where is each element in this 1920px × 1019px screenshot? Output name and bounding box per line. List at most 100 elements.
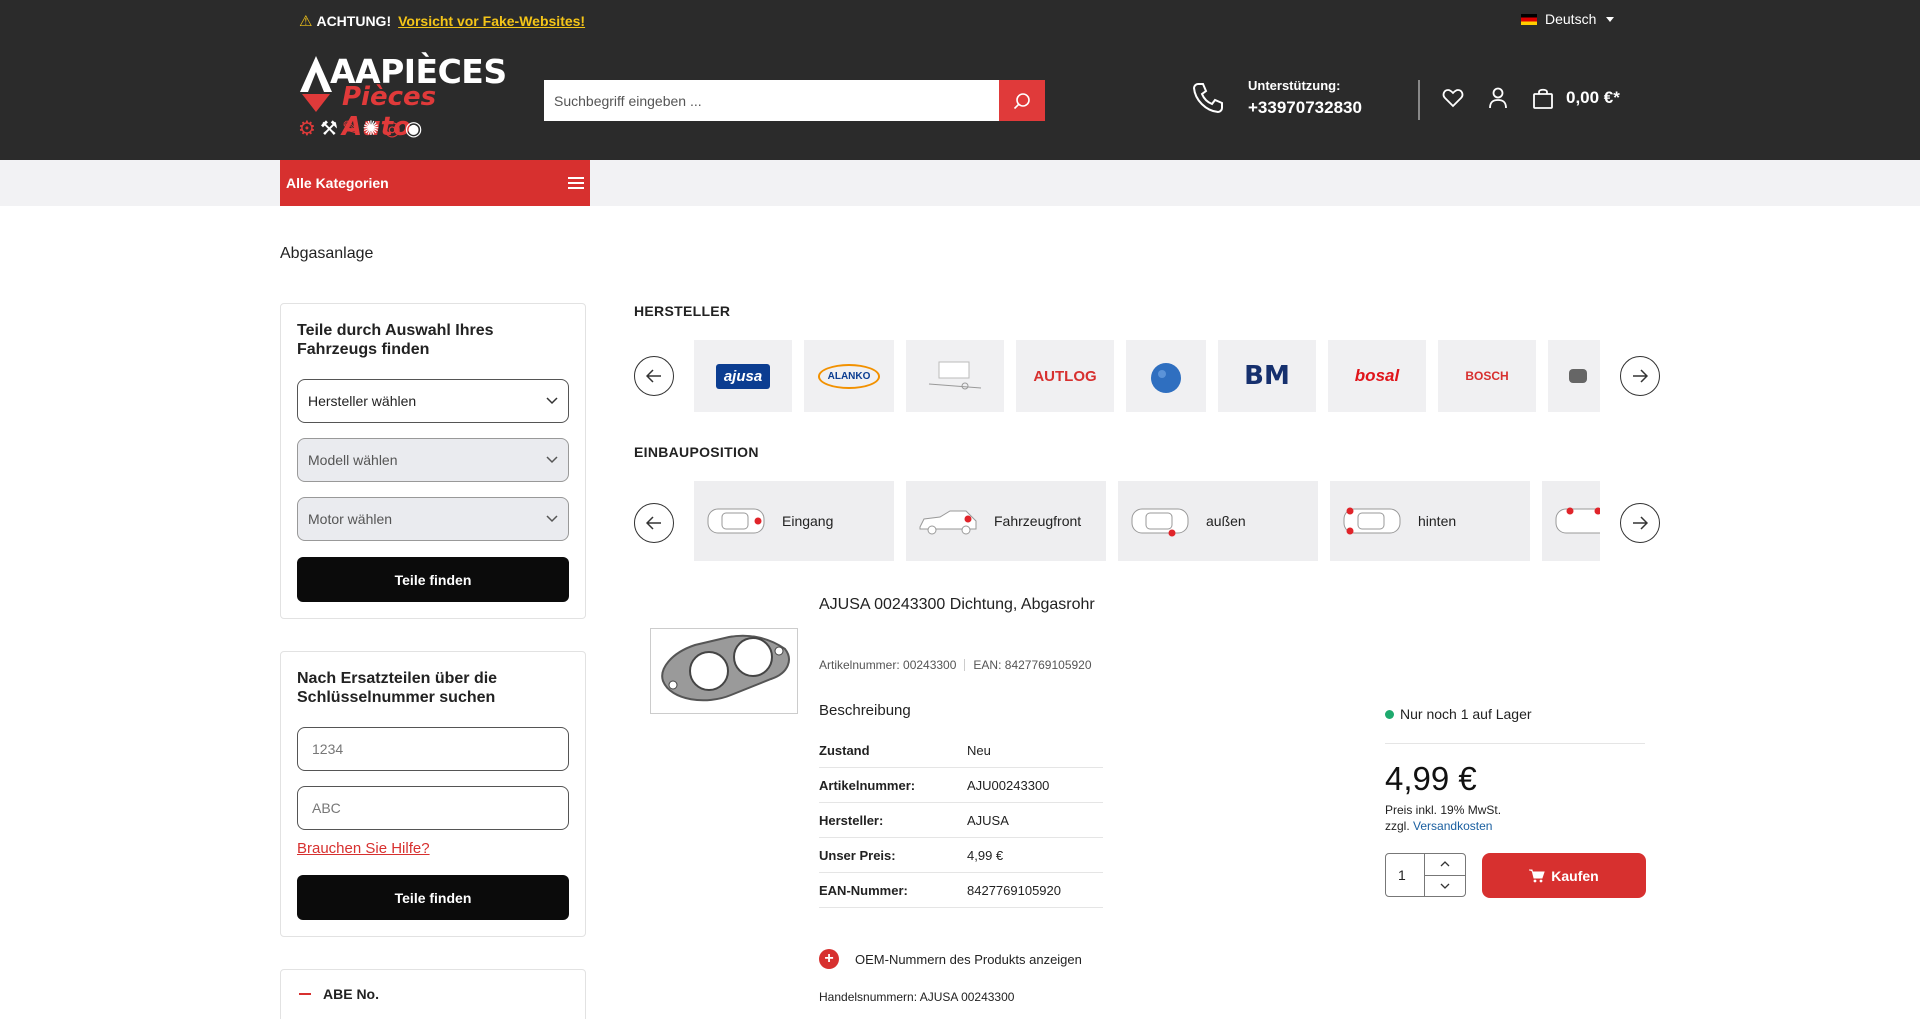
brand-alanko[interactable]: ALANKO — [804, 340, 894, 412]
brand-unknown-2[interactable] — [1548, 340, 1600, 412]
site-header: ⚠ ACHTUNG! Vorsicht vor Fake-Websites! D… — [0, 0, 1920, 160]
brand-bm[interactable]: BM — [1218, 340, 1316, 412]
arrow-right-icon — [1633, 369, 1648, 383]
site-logo[interactable]: AAPIÈCES Pièces Auto ⚙⚒✎✺◎◉ — [298, 52, 508, 142]
position-aussen[interactable]: außen — [1118, 481, 1318, 561]
brand-part-drawing-icon — [928, 361, 982, 390]
abe-filter-toggle[interactable]: ABE No. — [281, 970, 585, 1018]
spec-key: Unser Preis: — [819, 847, 896, 863]
logo-a-mark-icon — [300, 56, 332, 112]
search-bar — [544, 80, 1045, 121]
brand-bosch-logo: BOSCH — [1465, 369, 1509, 383]
brand-ajusa[interactable]: ajusa — [694, 340, 792, 412]
warning-link[interactable]: Vorsicht vor Fake-Websites! — [398, 13, 585, 29]
quantity-decrease-button[interactable] — [1425, 876, 1465, 897]
spec-value: Neu — [967, 742, 991, 758]
brand-alanko-logo: ALANKO — [817, 363, 881, 389]
cart-icon — [1529, 869, 1545, 882]
chevron-down-icon — [546, 397, 558, 405]
spec-row: Hersteller: AJUSA — [819, 803, 1103, 838]
spec-key: Zustand — [819, 742, 870, 758]
minus-icon — [299, 993, 311, 995]
quantity-increase-button[interactable] — [1425, 854, 1465, 876]
chevron-down-icon — [546, 515, 558, 523]
positions-label: EINBAUPOSITION — [634, 444, 759, 460]
car-top-view-icon — [1343, 507, 1401, 535]
header-divider — [1418, 80, 1420, 120]
position-label: außen — [1206, 513, 1246, 529]
positions-next-button[interactable] — [1620, 503, 1660, 543]
brand-blue-print[interactable] — [1126, 340, 1206, 412]
help-link[interactable]: Brauchen Sie Hilfe? — [297, 840, 430, 857]
vehicle-finder-heading: Teile durch Auswahl Ihres Fahrzeugs find… — [297, 322, 494, 358]
search-input[interactable] — [544, 80, 999, 121]
arrow-right-icon — [1633, 516, 1648, 530]
brand-unknown-1[interactable] — [906, 340, 1004, 412]
position-hinten[interactable]: hinten — [1330, 481, 1530, 561]
user-icon[interactable] — [1488, 87, 1508, 109]
position-eingang[interactable]: Eingang — [694, 481, 894, 561]
shopping-bag-icon[interactable] — [1532, 87, 1554, 109]
key-find-parts-button[interactable]: Teile finden — [297, 875, 569, 920]
spec-key: Hersteller: — [819, 812, 884, 828]
position-next-partial[interactable] — [1542, 481, 1600, 561]
model-select[interactable]: Modell wählen — [297, 438, 569, 482]
manufacturers-next-button[interactable] — [1620, 356, 1660, 396]
brand-bosal[interactable]: bosal — [1328, 340, 1426, 412]
manufacturer-select[interactable]: Hersteller wählen — [297, 379, 569, 423]
manufacturers-prev-button[interactable] — [634, 356, 674, 396]
german-flag-icon — [1521, 13, 1537, 25]
gasket-image-icon — [661, 634, 790, 702]
quantity-stepper: 1 — [1385, 853, 1466, 897]
key-number-card: Nach Ersatzteilen über die Schlüsselnumm… — [280, 651, 586, 937]
support-contact[interactable]: Unterstützung: +33970732830 — [1190, 78, 1362, 118]
positions-prev-button[interactable] — [634, 503, 674, 543]
find-parts-button[interactable]: Teile finden — [297, 557, 569, 602]
positions-slider: Eingang Fahrzeugfront außen hinten — [694, 481, 1600, 561]
oem-numbers-toggle[interactable]: + OEM-Nummern des Produkts anzeigen — [819, 949, 1082, 969]
spec-key: Artikelnummer: — [819, 777, 916, 793]
brand-autlog[interactable]: AUTLOG — [1016, 340, 1114, 412]
search-button[interactable] — [999, 80, 1045, 121]
engine-select[interactable]: Motor wählen — [297, 497, 569, 541]
car-top-view-icon — [1555, 507, 1600, 534]
phone-icon — [1192, 83, 1223, 114]
brand-part-icon — [1569, 369, 1587, 383]
all-categories-button[interactable]: Alle Kategorien — [280, 160, 590, 206]
product-title[interactable]: AJUSA 00243300 Dichtung, Abgasrohr — [819, 596, 1095, 614]
position-fahrzeugfront[interactable]: Fahrzeugfront — [906, 481, 1106, 561]
chevron-down-icon — [546, 456, 558, 464]
warning-icon: ⚠ — [299, 13, 313, 30]
position-label: Fahrzeugfront — [994, 513, 1082, 529]
quantity-input[interactable]: 1 — [1386, 854, 1425, 896]
spec-row: Zustand Neu — [819, 733, 1103, 768]
brand-ajusa-logo: ajusa — [715, 363, 771, 389]
manufacturers-slider: ajusa ALANKO AUTLOG BM bosal BOSCH — [694, 340, 1600, 412]
manufacturer-select-value: Hersteller wählen — [308, 393, 417, 409]
spec-key: EAN-Nummer: — [819, 882, 908, 898]
key-number-field-1[interactable]: 1234 — [297, 727, 569, 771]
heart-icon[interactable] — [1442, 88, 1464, 108]
cart-total[interactable]: 0,00 €* — [1566, 88, 1620, 108]
product-price: 4,99 € — [1385, 760, 1477, 797]
abe-label: ABE No. — [323, 986, 379, 1002]
chevron-down-icon — [1606, 16, 1615, 22]
position-label: Eingang — [782, 513, 834, 529]
spec-row: Artikelnummer: AJU00243300 — [819, 768, 1103, 803]
product-article-number: Artikelnummer: 00243300 — [819, 658, 957, 672]
buy-button[interactable]: Kaufen — [1482, 853, 1646, 898]
brand-bm-logo: BM — [1244, 361, 1290, 391]
trade-numbers: Handelsnummern: AJUSA 00243300 — [819, 990, 1015, 1004]
tax-label: Preis inkl. 19% MwSt. — [1385, 803, 1502, 817]
product-ean: EAN: 8427769105920 — [973, 658, 1092, 672]
car-top-view-icon — [1131, 508, 1189, 537]
shipping-costs-link[interactable]: Versandkosten — [1413, 819, 1492, 833]
support-phone: +33970732830 — [1248, 98, 1362, 117]
brand-bosch[interactable]: BOSCH — [1438, 340, 1536, 412]
position-label: hinten — [1418, 513, 1457, 529]
product-image[interactable] — [650, 628, 798, 714]
language-selector[interactable]: Deutsch — [1521, 11, 1615, 27]
shipping-prefix: zzgl. — [1385, 819, 1410, 833]
key-number-field-2[interactable]: ABC — [297, 786, 569, 830]
spec-value: AJUSA — [967, 812, 1009, 828]
